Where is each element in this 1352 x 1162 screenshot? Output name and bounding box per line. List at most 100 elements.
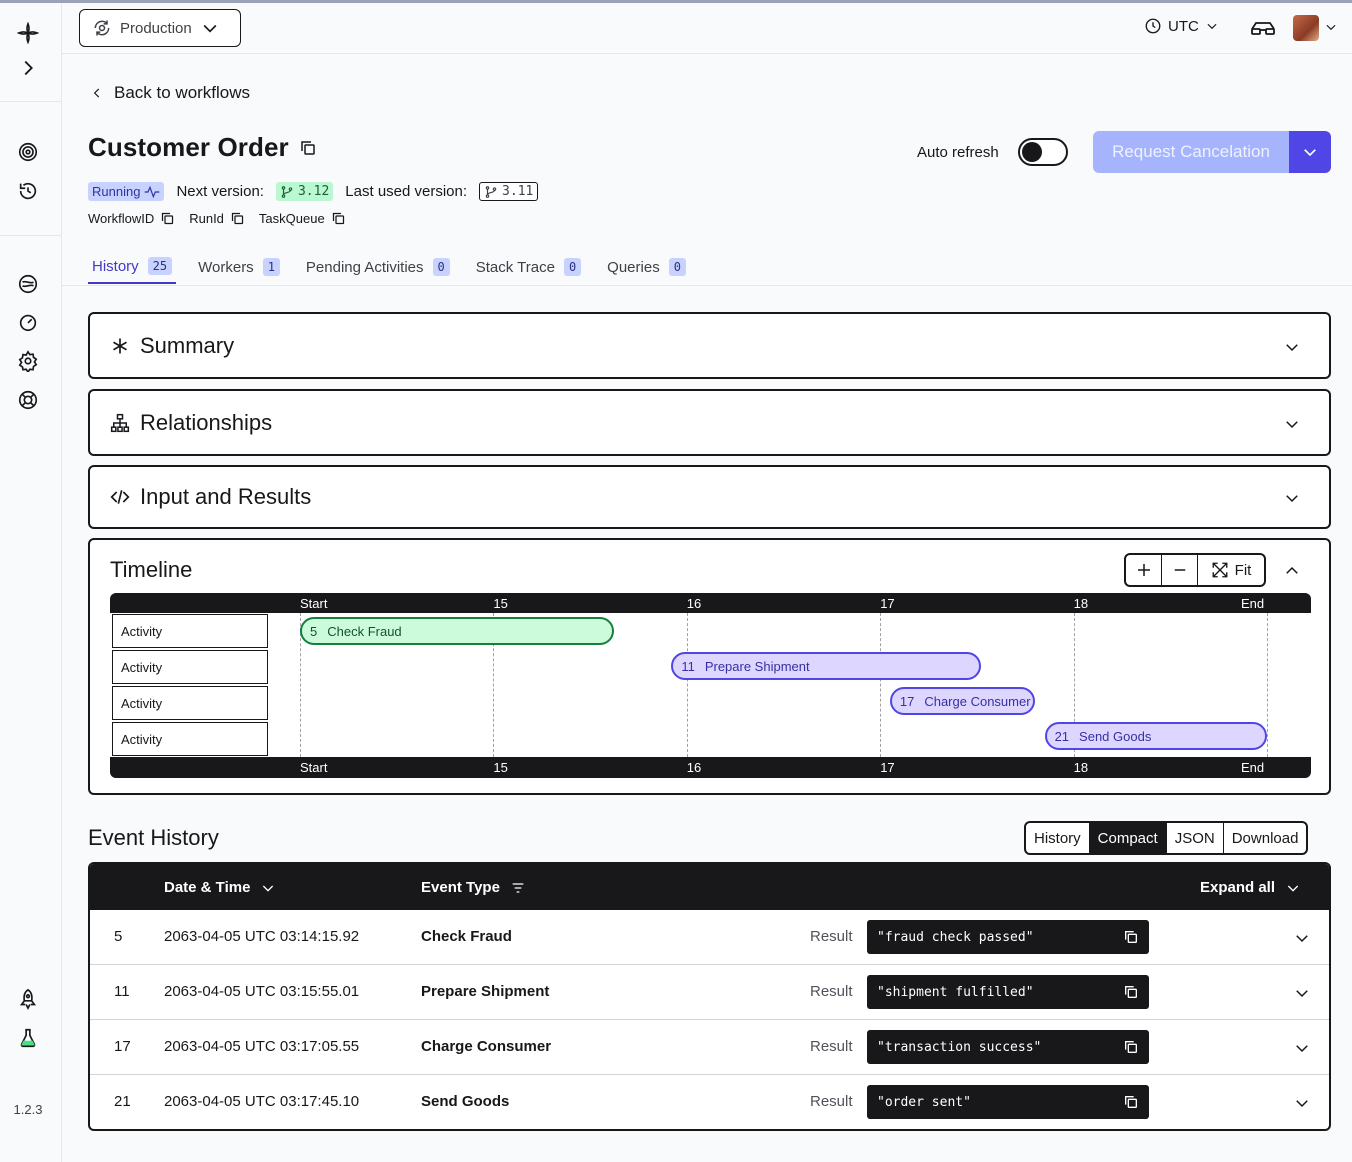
event-type: Charge Consumer [421,1038,552,1055]
timeline-bar-17[interactable]: 17 Charge Consumer [889,687,1035,715]
tab-count: 0 [563,258,582,276]
view-compact-button[interactable]: Compact [1089,823,1167,853]
namespace-select[interactable]: Production [79,9,241,47]
view-history-button[interactable]: History [1026,823,1090,853]
user-avatar[interactable] [1293,15,1319,41]
copy-icon[interactable] [1123,984,1139,1000]
labs-icon[interactable] [16,1026,40,1050]
timeline-tick-bot: Start [300,760,328,775]
request-cancelation-button[interactable]: Request Cancelation [1093,131,1289,173]
date-time-column-header[interactable]: Date & Time [164,879,276,896]
fit-label: Fit [1234,561,1252,579]
rocket-icon[interactable] [16,987,40,1011]
dashboard-icon[interactable] [16,310,40,334]
copy-run-id[interactable]: RunId [189,211,245,226]
event-type-column-header[interactable]: Event Type [421,879,526,896]
copy-icon[interactable] [1123,1094,1139,1110]
main-content: Back to workflows Customer Order Auto re… [62,54,1352,1162]
expand-sidebar-icon[interactable] [16,56,40,80]
table-row[interactable]: 21 2063-04-05 UTC 03:17:45.10 Send Goods Re… [90,1075,1329,1129]
next-version-label: Next version: [176,183,264,200]
timeline-bar-11[interactable]: 11 Prepare Shipment [671,652,981,680]
tab-label: Pending Activities [305,258,424,276]
tab-label: History [92,257,139,275]
filter-icon [512,882,524,893]
timezone-select[interactable]: UTC [1144,17,1219,35]
result-value-box: "order sent" [867,1085,1149,1119]
tab-workers[interactable]: Workers 1 [194,250,284,284]
copy-icon [231,212,244,225]
view-json-button[interactable]: JSON [1167,823,1224,853]
chevron-up-icon[interactable] [1283,562,1301,580]
support-icon[interactable] [16,388,40,412]
chevron-down-icon[interactable] [1293,1094,1311,1112]
timeline-row-label: Activity [112,614,268,648]
workflow-title: Customer Order [88,132,289,162]
timeline-tick-bot: 15 [493,760,508,775]
workflow-id-label: WorkflowID [88,211,155,226]
timeline-gridline [880,613,882,757]
relationships-header: Relationships [110,410,272,436]
minus-icon [1174,569,1185,571]
relationships-accordion[interactable]: Relationships [88,389,1331,456]
fit-button[interactable]: Fit [1198,555,1264,585]
copy-icon[interactable] [1123,1039,1139,1055]
tab-stack-trace[interactable]: Stack Trace 0 [472,250,585,284]
branch-icon [485,185,497,198]
input-results-accordion[interactable]: Input and Results [88,465,1331,529]
timeline-bar-21[interactable]: 21 Send Goods [1044,722,1267,750]
table-row[interactable]: 17 2063-04-05 UTC 03:17:05.55 Charge Consu… [90,1020,1329,1075]
event-id: 11 [114,983,130,1000]
schedules-icon[interactable] [16,179,40,203]
table-row[interactable]: 11 2063-04-05 UTC 03:15:55.01 Prepare Ship… [90,965,1329,1020]
settings-icon[interactable] [16,349,40,373]
copy-task-queue[interactable]: TaskQueue [259,211,346,226]
summary-title: Summary [140,333,235,358]
fit-expand-icon [1212,562,1228,578]
chevron-down-icon[interactable] [1293,929,1311,947]
top-header: Production UTC [62,3,1352,54]
data-encoder-icon[interactable] [1250,15,1276,44]
download-button[interactable]: Download [1224,823,1307,853]
workflows-icon[interactable] [16,140,40,164]
bar-event-id: 21 [1054,728,1070,744]
history-view-switcher: History Compact JSON Download [1024,821,1309,855]
bar-activity-name: Send Goods [1079,728,1152,744]
workflow-tabs: History 25 Workers 1 Pending Activities 0 S… [88,250,708,286]
zoom-out-button[interactable] [1162,555,1198,585]
workflow-ids: WorkflowID RunId TaskQueue [88,211,346,226]
tab-queries[interactable]: Queries 0 [603,250,690,284]
expand-all-button[interactable]: Expand all [1200,879,1301,896]
chevron-down-icon[interactable] [1293,984,1311,1002]
logo-icon[interactable] [16,21,40,45]
tabs-divider [62,285,1352,286]
tab-pending-activities[interactable]: Pending Activities 0 [302,250,454,284]
timeline-bar-5[interactable]: 5 Check Fraud [300,617,615,645]
timeline-tick-bot: 18 [1073,760,1089,775]
sidebar: 1.2.3 [0,3,62,1162]
sidebar-divider [0,101,61,102]
copy-icon[interactable] [1123,929,1139,945]
event-date: 2063-04-05 UTC 03:15:55.01 [164,983,360,1000]
result-value: "fraud check passed" [877,929,1034,945]
event-type: Prepare Shipment [421,983,550,1000]
column-label: Event Type [421,879,500,896]
result-value-box: "shipment fulfilled" [867,975,1149,1009]
chevron-down-icon[interactable] [1324,20,1338,39]
copy-icon[interactable] [299,139,317,157]
chevron-down-icon[interactable] [1293,1039,1311,1057]
back-to-workflows-link[interactable]: Back to workflows [90,83,250,103]
tab-history[interactable]: History 25 [88,250,177,284]
summary-accordion[interactable]: Summary [88,312,1331,379]
result-label: Result [810,983,853,1000]
zoom-in-button[interactable] [1126,555,1162,585]
next-version-badge: 3.12 [275,182,334,201]
workflow-actions-dropdown[interactable] [1289,131,1331,173]
namespaces-icon[interactable] [16,272,40,296]
auto-refresh-toggle[interactable] [1018,138,1068,166]
timeline-gridline [686,613,688,757]
event-history-table: Date & Time Event Type Expand all 5 2063-… [88,862,1331,1131]
status-label: Running [92,184,141,199]
copy-workflow-id[interactable]: WorkflowID [88,211,175,226]
table-row[interactable]: 5 2063-04-05 UTC 03:14:15.92 Check Fraud Re… [90,910,1329,965]
